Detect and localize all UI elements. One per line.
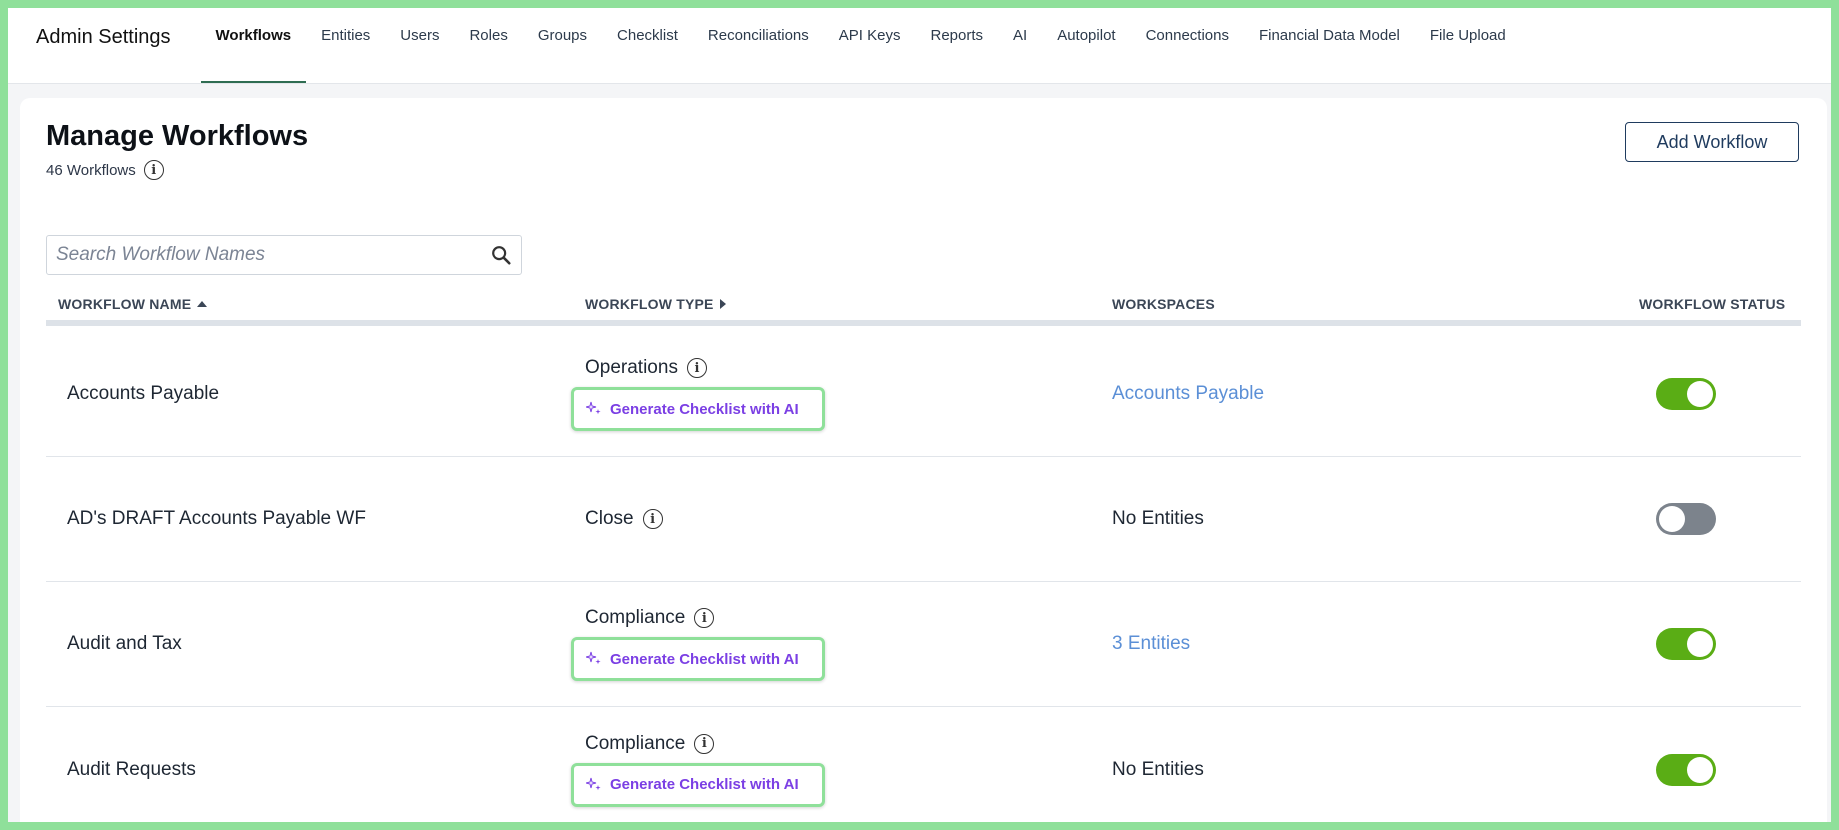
workflow-type-label: Compliance bbox=[585, 732, 686, 754]
generate-checklist-ai-label: Generate Checklist with AI bbox=[610, 650, 799, 668]
workspace-link[interactable]: Accounts Payable bbox=[1112, 383, 1264, 405]
workspaces-cell: Accounts Payable bbox=[1112, 332, 1264, 456]
toggle-knob bbox=[1687, 631, 1713, 657]
sparkle-icon bbox=[586, 777, 601, 790]
tab-ai[interactable]: AI bbox=[998, 27, 1042, 83]
info-icon[interactable]: i bbox=[694, 733, 715, 754]
tab-checklist[interactable]: Checklist bbox=[602, 27, 693, 83]
search-input[interactable] bbox=[47, 236, 481, 274]
info-icon[interactable]: i bbox=[694, 608, 715, 628]
status-cell bbox=[1656, 582, 1716, 706]
workflow-type-label: Operations bbox=[585, 357, 678, 378]
header-workflow-type[interactable]: WORKFLOW TYPE bbox=[585, 296, 726, 312]
search-icon[interactable] bbox=[481, 236, 521, 274]
workspaces-cell: 3 Entities bbox=[1112, 582, 1190, 706]
generate-checklist-ai-button[interactable]: Generate Checklist with AI bbox=[571, 762, 825, 807]
sparkle-icon bbox=[586, 651, 601, 665]
workflow-type-label: Compliance bbox=[585, 607, 686, 628]
tab-file-upload[interactable]: File Upload bbox=[1415, 27, 1521, 83]
add-workflow-button[interactable]: Add Workflow bbox=[1625, 122, 1799, 162]
tab-users[interactable]: Users bbox=[385, 27, 454, 83]
workflow-type-label: Close bbox=[585, 508, 634, 529]
app-title: Admin Settings bbox=[36, 26, 171, 48]
tab-autopilot[interactable]: Autopilot bbox=[1042, 27, 1130, 83]
workflow-name[interactable]: AD's DRAFT Accounts Payable WF bbox=[67, 457, 366, 581]
tab-connections[interactable]: Connections bbox=[1131, 27, 1244, 83]
workflow-type: Compliance i bbox=[585, 607, 825, 629]
status-toggle[interactable] bbox=[1656, 628, 1716, 660]
info-icon[interactable]: i bbox=[642, 509, 663, 529]
tab-api-keys[interactable]: API Keys bbox=[824, 27, 916, 83]
status-toggle[interactable] bbox=[1656, 503, 1716, 535]
generate-checklist-ai-label: Generate Checklist with AI bbox=[610, 400, 799, 418]
sort-caret-icon bbox=[719, 299, 726, 309]
top-nav: Admin Settings Workflows Entities Users … bbox=[8, 8, 1831, 84]
status-cell bbox=[1656, 707, 1716, 822]
toggle-knob bbox=[1687, 381, 1713, 407]
info-icon[interactable]: i bbox=[686, 358, 707, 378]
header-workspaces-label: WORKSPACES bbox=[1112, 296, 1215, 312]
tab-financial-data-model[interactable]: Financial Data Model bbox=[1244, 27, 1415, 83]
tab-groups[interactable]: Groups bbox=[523, 27, 602, 83]
tab-reports[interactable]: Reports bbox=[915, 27, 998, 83]
workflow-type: Close i bbox=[585, 508, 663, 530]
page-title: Manage Workflows bbox=[46, 120, 309, 152]
workflow-type-cell: Compliance i Generate Checklist with AI bbox=[571, 582, 825, 706]
tab-reconciliations[interactable]: Reconciliations bbox=[693, 27, 824, 83]
header-workflow-name-label: WORKFLOW NAME bbox=[58, 296, 192, 312]
workflows-card: Manage Workflows 46 Workflows i Add Work… bbox=[20, 98, 1827, 822]
header-workflow-status-label: WORKFLOW STATUS bbox=[1639, 296, 1786, 312]
tab-workflows[interactable]: Workflows bbox=[200, 27, 307, 83]
workflow-type-cell: Operations i Generate Checklist with AI bbox=[571, 332, 825, 456]
workflow-type: Compliance i bbox=[585, 733, 825, 755]
header-workspaces: WORKSPACES bbox=[1112, 296, 1215, 312]
status-toggle[interactable] bbox=[1656, 378, 1716, 410]
search-box bbox=[46, 235, 522, 275]
table-row: Audit and Tax Compliance i Generate Chec… bbox=[46, 582, 1801, 707]
info-icon[interactable]: i bbox=[143, 160, 164, 180]
workflow-type: Operations i bbox=[585, 357, 825, 379]
workflow-name[interactable]: Audit Requests bbox=[67, 707, 196, 822]
workspace-text: No Entities bbox=[1112, 758, 1204, 780]
generate-checklist-ai-label: Generate Checklist with AI bbox=[610, 776, 799, 793]
workflow-name[interactable]: Audit and Tax bbox=[67, 582, 182, 706]
status-cell bbox=[1656, 332, 1716, 456]
workspaces-cell: No Entities bbox=[1112, 707, 1204, 822]
app-frame: Admin Settings Workflows Entities Users … bbox=[8, 8, 1831, 822]
table-row: AD's DRAFT Accounts Payable WF Close i N… bbox=[46, 457, 1801, 582]
workflow-count-row: 46 Workflows i bbox=[46, 160, 164, 180]
tab-roles[interactable]: Roles bbox=[454, 27, 522, 83]
sparkle-icon bbox=[586, 401, 601, 415]
header-workflow-name[interactable]: WORKFLOW NAME bbox=[58, 296, 208, 312]
workflow-count: 46 Workflows bbox=[46, 161, 136, 179]
status-cell bbox=[1656, 457, 1716, 581]
sort-ascending-icon bbox=[197, 301, 208, 307]
status-toggle[interactable] bbox=[1656, 753, 1716, 786]
workflow-type-cell: Close i bbox=[585, 457, 663, 581]
workspace-link[interactable]: 3 Entities bbox=[1112, 633, 1190, 655]
header-workflow-status: WORKFLOW STATUS bbox=[1639, 296, 1785, 312]
table-row: Audit Requests Compliance i Generate Che… bbox=[46, 707, 1801, 822]
workflow-type-cell: Compliance i Generate Checklist with AI bbox=[571, 707, 825, 822]
generate-checklist-ai-button[interactable]: Generate Checklist with AI bbox=[571, 637, 825, 681]
toggle-knob bbox=[1687, 756, 1713, 783]
generate-checklist-ai-button[interactable]: Generate Checklist with AI bbox=[571, 387, 825, 431]
workflow-name[interactable]: Accounts Payable bbox=[67, 332, 219, 456]
table-row: Accounts Payable Operations i Generate C… bbox=[46, 332, 1801, 457]
workspace-text: No Entities bbox=[1112, 508, 1204, 529]
table-header: WORKFLOW NAME WORKFLOW TYPE WORKSPACES W… bbox=[46, 288, 1801, 326]
table-body: Accounts Payable Operations i Generate C… bbox=[46, 332, 1801, 822]
toggle-knob bbox=[1659, 506, 1685, 532]
header-workflow-type-label: WORKFLOW TYPE bbox=[585, 296, 714, 312]
workspaces-cell: No Entities bbox=[1112, 457, 1204, 581]
nav-tabs: Workflows Entities Users Roles Groups Ch… bbox=[200, 27, 1521, 83]
tab-entities[interactable]: Entities bbox=[306, 27, 385, 83]
